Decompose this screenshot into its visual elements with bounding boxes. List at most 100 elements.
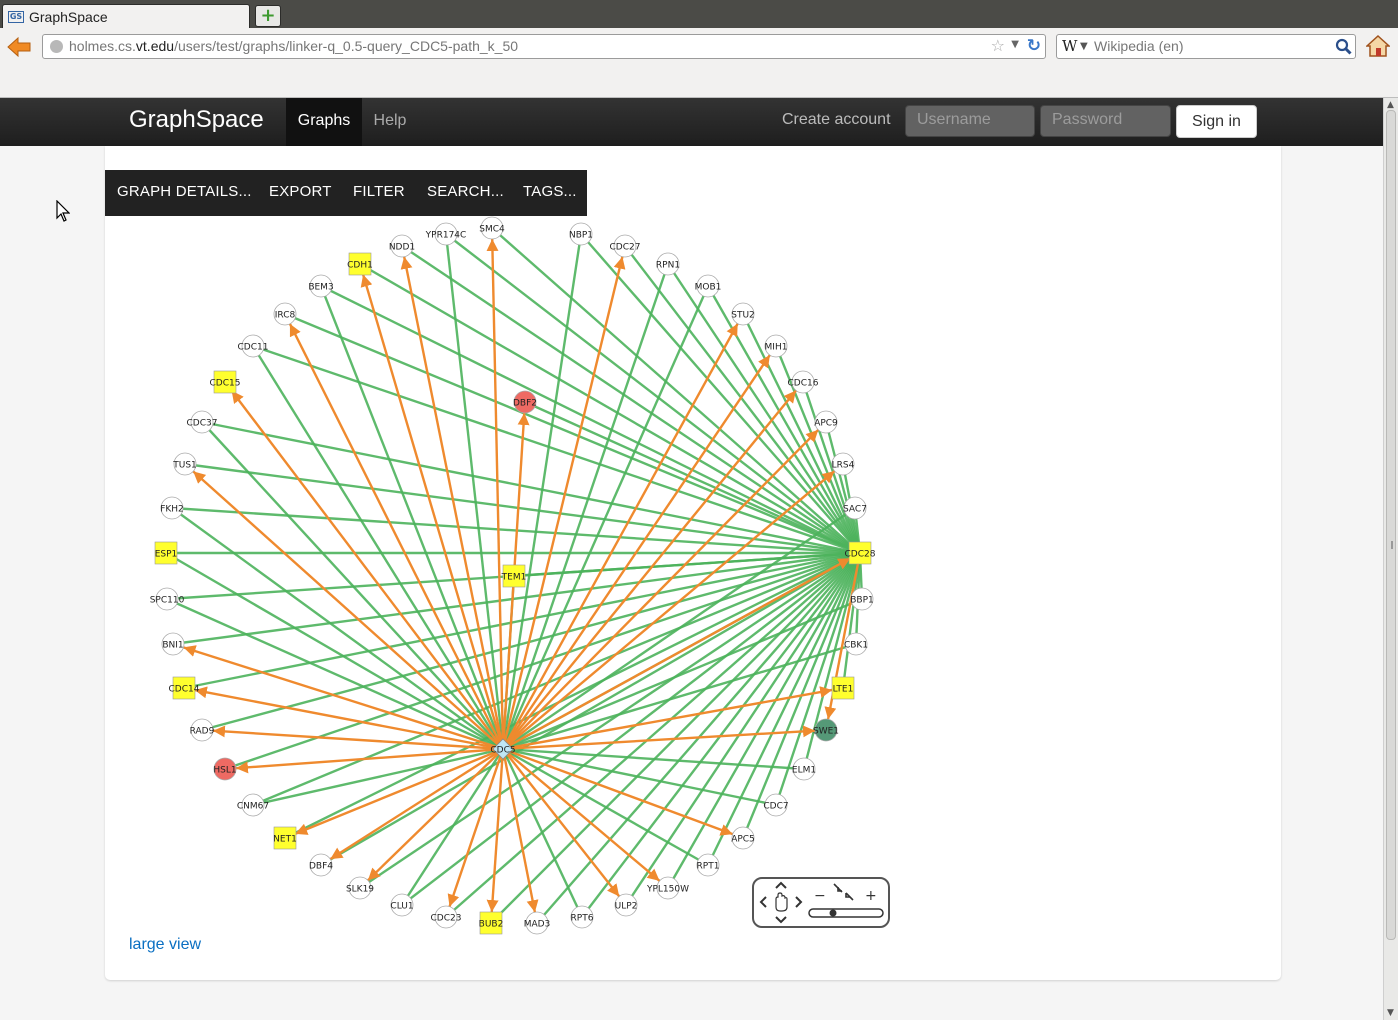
node-label: BUB2 — [479, 920, 504, 930]
node-rad9[interactable]: RAD9 — [190, 718, 215, 742]
node-bni1[interactable]: BNI1 — [161, 632, 185, 656]
node-mob1[interactable]: MOB1 — [695, 274, 722, 298]
node-fkh2[interactable]: FKH2 — [160, 496, 184, 520]
node-cdc37[interactable]: CDC37 — [187, 410, 218, 434]
graph-edge[interactable] — [320, 284, 861, 555]
node-label: ULP2 — [615, 902, 638, 912]
node-apc5[interactable]: APC5 — [731, 826, 755, 850]
brand-logo[interactable]: GraphSpace — [129, 106, 264, 134]
scroll-up-icon[interactable]: ▲ — [1387, 100, 1394, 110]
node-label: IRC8 — [275, 311, 296, 321]
node-cdc15[interactable]: CDC15 — [210, 370, 241, 394]
graph-edge[interactable] — [502, 748, 661, 882]
node-cnm67[interactable]: CNM67 — [237, 793, 269, 817]
node-net1[interactable]: NET1 — [273, 826, 297, 850]
node-irc8[interactable]: IRC8 — [273, 302, 297, 326]
node-stu2[interactable]: STU2 — [731, 302, 755, 326]
node-label: LTE1 — [833, 685, 854, 695]
graph-edge[interactable] — [367, 748, 504, 882]
mouse-pointer-icon — [56, 200, 70, 222]
graph-edge[interactable] — [447, 748, 505, 907]
node-ypl150w[interactable]: YPL150W — [646, 876, 689, 900]
scroll-down-icon[interactable]: ▼ — [1387, 1008, 1394, 1018]
node-bub2[interactable]: BUB2 — [479, 911, 504, 935]
hand-icon[interactable] — [775, 892, 788, 912]
browser-tab[interactable]: GS GraphSpace — [2, 4, 250, 30]
node-rpn1[interactable]: RPN1 — [656, 252, 680, 276]
zoom-out-button[interactable]: − — [814, 888, 826, 904]
zoom-slider-handle[interactable] — [829, 909, 837, 917]
username-field[interactable]: Username — [905, 105, 1035, 137]
large-view-link[interactable]: large view — [129, 936, 201, 954]
node-rpt6[interactable]: RPT6 — [571, 905, 594, 929]
node-label: SMC4 — [479, 225, 505, 235]
node-cdc16[interactable]: CDC16 — [788, 370, 819, 394]
node-bem3[interactable]: BEM3 — [308, 274, 334, 298]
node-dbf4[interactable]: DBF4 — [309, 853, 333, 877]
node-apc9[interactable]: APC9 — [814, 410, 838, 434]
node-label: CDC15 — [210, 379, 241, 389]
node-cdc27[interactable]: CDC27 — [610, 234, 641, 258]
browser-navbar: holmes.cs.vt.edu/users/test/graphs/linke… — [0, 28, 1398, 98]
sign-in-button[interactable]: Sign in — [1176, 105, 1257, 138]
node-ypr174c[interactable]: YPR174C — [425, 222, 467, 246]
node-cdc14[interactable]: CDC14 — [169, 676, 200, 700]
node-mih1[interactable]: MIH1 — [765, 334, 788, 358]
zoom-slider-track[interactable] — [808, 908, 884, 918]
graph-edge[interactable] — [501, 233, 583, 750]
graph-edge[interactable] — [165, 551, 504, 751]
node-clu1[interactable]: CLU1 — [390, 893, 414, 917]
magnifier-icon[interactable] — [1335, 38, 1352, 55]
graph-edge[interactable] — [171, 507, 504, 750]
graph-edge[interactable] — [230, 390, 504, 750]
graph-navigator: − + — [752, 877, 890, 928]
home-icon[interactable] — [1366, 34, 1390, 58]
nav-help[interactable]: Help — [362, 98, 418, 146]
node-ndd1[interactable]: NDD1 — [389, 234, 415, 258]
network-graph[interactable]: SMC4 NBP1 CDC27 RPN1 MOB1 STU2 MIH1 CDC16 APC9 LR… — [0, 196, 1000, 936]
password-field[interactable]: Password — [1040, 105, 1171, 137]
node-label: CDC14 — [169, 685, 200, 695]
new-tab-button[interactable]: + — [255, 5, 281, 27]
web-search-bar[interactable]: W ▼ Wikipedia (en) — [1056, 34, 1356, 59]
page-scrollbar[interactable]: ▲ ▼ — [1383, 98, 1398, 1020]
engine-dropdown-icon[interactable]: ▼ — [1080, 41, 1088, 52]
zoom-in-button[interactable]: + — [865, 888, 877, 904]
node-dbf2[interactable]: DBF2 — [513, 390, 537, 414]
back-arrow-icon[interactable] — [6, 36, 34, 58]
node-nbp1[interactable]: NBP1 — [569, 222, 593, 246]
node-cdc7[interactable]: CDC7 — [763, 793, 789, 817]
node-lrs4[interactable]: LRS4 — [831, 452, 855, 476]
node-cdh1[interactable]: CDH1 — [347, 252, 373, 276]
url-dropdown-icon[interactable]: ▼ — [1011, 39, 1019, 50]
create-account-link[interactable]: Create account — [782, 111, 891, 129]
wikipedia-icon[interactable]: W — [1062, 37, 1077, 55]
globe-icon — [50, 40, 63, 53]
node-sac7[interactable]: SAC7 — [843, 496, 867, 520]
node-lte1[interactable]: LTE1 — [831, 676, 855, 700]
nav-graphs[interactable]: Graphs — [286, 98, 362, 146]
node-cdc28[interactable]: CDC28 — [845, 541, 876, 565]
node-hsl1[interactable]: HSL1 — [213, 757, 237, 781]
node-ulp2[interactable]: ULP2 — [614, 893, 638, 917]
reload-icon[interactable]: ↻ — [1027, 36, 1041, 56]
node-bbp1[interactable]: BBP1 — [850, 587, 874, 611]
node-elm1[interactable]: ELM1 — [792, 757, 816, 781]
node-rpt1[interactable]: RPT1 — [697, 853, 720, 877]
tab-title: GraphSpace — [29, 9, 108, 25]
node-label: CDC16 — [788, 379, 819, 389]
node-tem1[interactable]: TEM1 — [501, 564, 527, 588]
scroll-thumb[interactable] — [1386, 110, 1396, 940]
node-cdc23[interactable]: CDC23 — [431, 905, 462, 929]
node-tus1[interactable]: TUS1 — [172, 452, 197, 476]
node-mad3[interactable]: MAD3 — [524, 911, 551, 935]
node-esp1[interactable]: ESP1 — [154, 541, 178, 565]
node-label: YPR174C — [425, 231, 467, 241]
node-cdc11[interactable]: CDC11 — [238, 334, 269, 358]
bookmark-star-icon[interactable]: ☆ — [991, 36, 1005, 55]
fit-view-icon[interactable] — [833, 883, 854, 901]
node-spc110[interactable]: SPC110 — [150, 587, 185, 611]
graph-edge[interactable] — [501, 263, 670, 750]
node-label: CLU1 — [390, 902, 413, 912]
url-bar[interactable]: holmes.cs.vt.edu/users/test/graphs/linke… — [42, 34, 1046, 59]
